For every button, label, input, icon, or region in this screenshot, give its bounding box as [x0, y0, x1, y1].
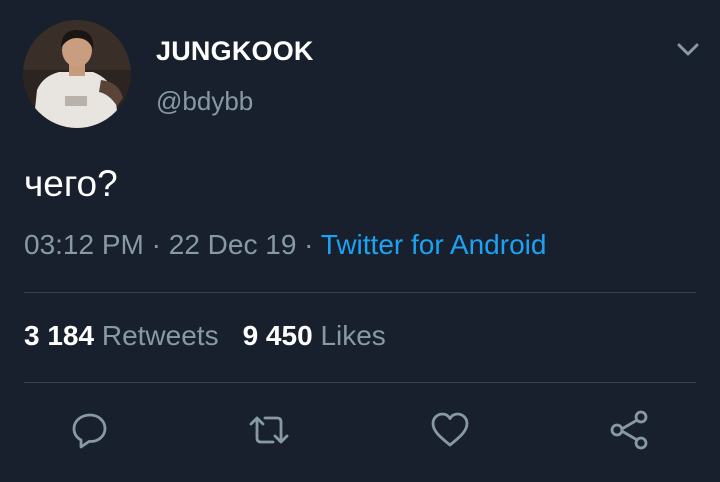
user-handle[interactable]: @bdybb	[156, 86, 253, 117]
tweet-meta: 03:12 PM · 22 Dec 19 · Twitter for Andro…	[24, 229, 546, 261]
avatar[interactable]	[23, 20, 131, 128]
retweet-icon	[249, 416, 289, 444]
tweet-text: чего?	[24, 163, 118, 204]
likes-count: 9 450	[242, 320, 313, 351]
tweet-source-link[interactable]: Twitter for Android	[321, 229, 547, 260]
retweets-count: 3 184	[24, 320, 95, 351]
reply-icon	[72, 413, 107, 449]
retweets-label: Retweets	[101, 320, 219, 351]
avatar-photo	[23, 20, 131, 128]
like-button[interactable]	[428, 408, 472, 452]
display-name[interactable]: JUNGKOOK	[156, 36, 314, 67]
heart-icon	[431, 412, 469, 447]
tweet-time: 03:12 PM	[24, 229, 144, 260]
tweet-date: 22 Dec 19	[168, 229, 297, 260]
retweet-button[interactable]	[247, 408, 291, 452]
tweet-stats: 3 184 Retweets 9 450 Likes	[24, 320, 386, 352]
share-icon	[610, 410, 648, 450]
meta-separator: ·	[151, 229, 161, 260]
divider	[24, 292, 696, 293]
meta-separator: ·	[304, 229, 314, 260]
chevron-down-icon[interactable]	[674, 38, 702, 62]
likes-stat[interactable]: 9 450 Likes	[243, 320, 386, 351]
likes-label: Likes	[320, 320, 386, 351]
retweets-stat[interactable]: 3 184 Retweets	[24, 320, 219, 351]
reply-button[interactable]	[68, 408, 112, 452]
divider	[24, 382, 696, 383]
share-button[interactable]	[608, 408, 652, 452]
